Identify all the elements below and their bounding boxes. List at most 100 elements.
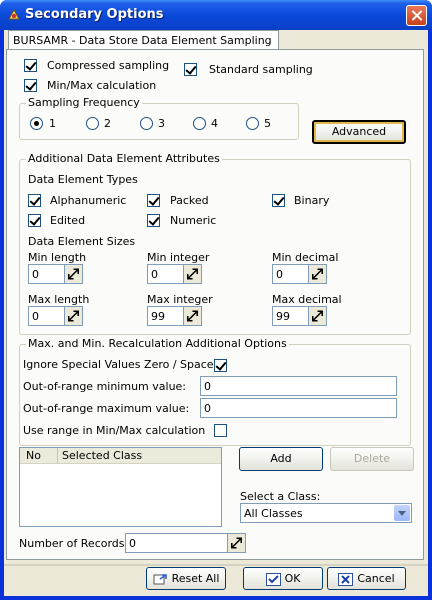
max-decimal-value: 99 bbox=[276, 310, 290, 323]
cancel-label: Cancel bbox=[357, 572, 395, 585]
frequency-label-3: 3 bbox=[158, 117, 165, 130]
min-length-value: 0 bbox=[32, 268, 39, 281]
reset-icon bbox=[153, 573, 167, 584]
secondary-options-window: Secondary Options BURSAMR - Data Store D… bbox=[0, 0, 432, 600]
frequency-radio-2[interactable] bbox=[86, 117, 99, 130]
spin-arrows-icon[interactable] bbox=[227, 534, 245, 552]
frequency-label-5: 5 bbox=[264, 117, 271, 130]
minmax-calculation-checkbox[interactable] bbox=[24, 79, 37, 92]
recalc-title: Max. and Min. Recalculation Additional O… bbox=[26, 337, 289, 350]
out-of-range-max-input[interactable]: 0 bbox=[200, 398, 397, 418]
numeric-label: Numeric bbox=[170, 214, 217, 227]
frequency-label-1: 1 bbox=[49, 117, 56, 130]
frequency-radio-4[interactable] bbox=[193, 117, 206, 130]
select-class-dropdown[interactable]: All Classes bbox=[240, 503, 412, 523]
frequency-radio-5[interactable] bbox=[246, 117, 259, 130]
list-header: No Selected Class bbox=[20, 448, 221, 464]
column-no[interactable]: No bbox=[26, 449, 41, 462]
packed-label: Packed bbox=[170, 194, 209, 207]
types-title: Data Element Types bbox=[28, 173, 138, 186]
spin-arrows-icon[interactable] bbox=[183, 307, 201, 325]
max-decimal-label: Max decimal bbox=[272, 293, 342, 306]
edited-label: Edited bbox=[50, 214, 86, 227]
column-divider bbox=[57, 448, 58, 463]
binary-label: Binary bbox=[294, 194, 330, 207]
attributes-group: Additional Data Element Attributes Data … bbox=[19, 152, 411, 335]
app-icon bbox=[8, 8, 20, 20]
edited-checkbox[interactable] bbox=[28, 214, 41, 227]
min-length-label: Min length bbox=[28, 251, 87, 264]
frequency-label-4: 4 bbox=[211, 117, 218, 130]
chevron-down-icon[interactable] bbox=[394, 505, 410, 521]
out-of-range-min-input[interactable]: 0 bbox=[200, 376, 397, 396]
use-range-checkbox[interactable] bbox=[214, 424, 227, 437]
cancel-button[interactable]: Cancel bbox=[327, 567, 406, 590]
min-decimal-label: Min decimal bbox=[272, 251, 339, 264]
alphanumeric-checkbox[interactable] bbox=[28, 194, 41, 207]
max-length-label: Max length bbox=[28, 293, 90, 306]
standard-sampling-checkbox[interactable] bbox=[184, 63, 197, 76]
sampling-frequency-title: Sampling Frequency bbox=[26, 96, 142, 109]
max-length-spinner[interactable]: 0 bbox=[28, 306, 83, 326]
add-button[interactable]: Add bbox=[239, 447, 323, 471]
ok-button[interactable]: OK bbox=[243, 567, 323, 590]
binary-checkbox[interactable] bbox=[272, 194, 285, 207]
min-integer-spinner[interactable]: 0 bbox=[147, 264, 202, 284]
tab-data-element-sampling[interactable]: BURSAMR - Data Store Data Element Sampli… bbox=[8, 30, 279, 50]
frequency-radio-3[interactable] bbox=[140, 117, 153, 130]
column-selected-class[interactable]: Selected Class bbox=[62, 449, 142, 462]
max-length-value: 0 bbox=[32, 310, 39, 323]
max-decimal-spinner[interactable]: 99 bbox=[272, 306, 327, 326]
cancel-x-icon bbox=[338, 572, 354, 586]
tab-page: Compressed sampling Standard sampling Mi… bbox=[6, 49, 424, 560]
attributes-title: Additional Data Element Attributes bbox=[26, 152, 222, 165]
checkmark-icon bbox=[265, 572, 281, 586]
numeric-checkbox[interactable] bbox=[147, 214, 160, 227]
frequency-radio-1[interactable] bbox=[30, 117, 43, 130]
min-integer-value: 0 bbox=[151, 268, 158, 281]
reset-all-button[interactable]: Reset All bbox=[146, 567, 226, 590]
select-class-value: All Classes bbox=[244, 507, 303, 520]
ignore-special-checkbox[interactable] bbox=[214, 359, 227, 372]
records-spinner[interactable]: 0 bbox=[125, 533, 246, 553]
max-integer-value: 99 bbox=[151, 310, 165, 323]
select-class-label: Select a Class: bbox=[240, 490, 321, 503]
title-bar[interactable]: Secondary Options bbox=[0, 0, 432, 30]
records-label: Number of Records: bbox=[19, 537, 129, 550]
spin-arrows-icon[interactable] bbox=[308, 265, 326, 283]
packed-checkbox[interactable] bbox=[147, 194, 160, 207]
spin-arrows-icon[interactable] bbox=[308, 307, 326, 325]
selected-class-list[interactable]: No Selected Class bbox=[19, 447, 222, 527]
sampling-frequency-group: Sampling Frequency 1 2 3 4 5 bbox=[19, 96, 299, 140]
close-icon[interactable] bbox=[406, 5, 427, 26]
reset-all-label: Reset All bbox=[171, 572, 220, 585]
use-range-label: Use range in Min/Max calculation bbox=[23, 424, 206, 437]
advanced-button[interactable]: Advanced bbox=[312, 120, 406, 144]
ok-label: OK bbox=[284, 572, 301, 585]
max-integer-spinner[interactable]: 99 bbox=[147, 306, 202, 326]
compressed-sampling-checkbox[interactable] bbox=[24, 59, 37, 72]
sizes-title: Data Element Sizes bbox=[28, 235, 136, 248]
max-integer-label: Max integer bbox=[147, 293, 213, 306]
standard-sampling-label: Standard sampling bbox=[209, 63, 313, 76]
dialog-client: BURSAMR - Data Store Data Element Sampli… bbox=[4, 30, 428, 596]
recalc-group: Max. and Min. Recalculation Additional O… bbox=[19, 337, 411, 446]
minmax-calculation-label: Min/Max calculation bbox=[47, 79, 157, 92]
alphanumeric-label: Alphanumeric bbox=[50, 194, 127, 207]
footer-separator bbox=[4, 564, 428, 566]
min-length-spinner[interactable]: 0 bbox=[28, 264, 83, 284]
records-value: 0 bbox=[129, 537, 136, 550]
spin-arrows-icon[interactable] bbox=[64, 265, 82, 283]
min-decimal-spinner[interactable]: 0 bbox=[272, 264, 327, 284]
delete-button[interactable]: Delete bbox=[330, 447, 414, 471]
spin-arrows-icon[interactable] bbox=[64, 307, 82, 325]
min-decimal-value: 0 bbox=[276, 268, 283, 281]
min-integer-label: Min integer bbox=[147, 251, 210, 264]
window-title: Secondary Options bbox=[25, 7, 164, 22]
out-of-range-min-label: Out-of-range minimum value: bbox=[23, 380, 187, 393]
ignore-special-label: Ignore Special Values Zero / Space bbox=[23, 358, 214, 371]
compressed-sampling-label: Compressed sampling bbox=[47, 59, 170, 72]
spin-arrows-icon[interactable] bbox=[183, 265, 201, 283]
frequency-label-2: 2 bbox=[104, 117, 111, 130]
out-of-range-max-label: Out-of-range maximum value: bbox=[23, 402, 190, 415]
